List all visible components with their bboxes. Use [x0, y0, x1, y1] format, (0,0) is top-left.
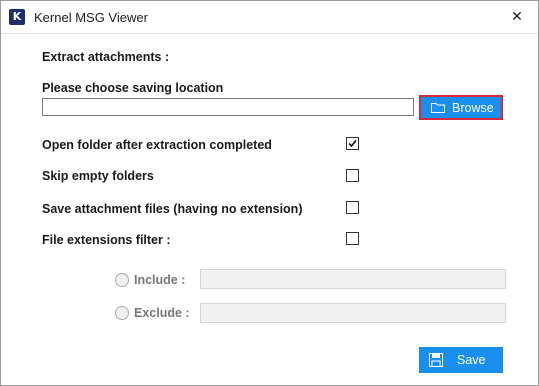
- extension-filter-checkbox[interactable]: [346, 232, 359, 245]
- browse-label: Browse: [452, 100, 494, 115]
- extract-attachments-heading: Extract attachments :: [42, 50, 170, 64]
- exclude-radio[interactable]: [115, 306, 129, 320]
- folder-icon: [431, 102, 445, 113]
- exclude-input[interactable]: [200, 303, 506, 323]
- app-logo-letter: K: [12, 10, 22, 23]
- save-button[interactable]: Save: [419, 347, 503, 373]
- option-label-save-no-extension: Save attachment files (having no extensi…: [42, 202, 303, 216]
- saving-location-input[interactable]: [42, 98, 414, 116]
- option-label-extension-filter: File extensions filter :: [42, 233, 171, 247]
- floppy-disk-icon: [429, 353, 443, 367]
- open-folder-checkbox[interactable]: [346, 137, 359, 150]
- dialog-window: K Kernel MSG Viewer ✕ Extract attachment…: [0, 0, 539, 386]
- app-logo-icon: K: [9, 9, 25, 25]
- include-label: Include :: [134, 273, 186, 287]
- option-label-open-folder: Open folder after extraction completed: [42, 138, 272, 152]
- option-label-skip-empty: Skip empty folders: [42, 169, 154, 183]
- checkmark-icon: [348, 139, 357, 148]
- save-no-extension-checkbox[interactable]: [346, 201, 359, 214]
- skip-empty-folders-checkbox[interactable]: [346, 169, 359, 182]
- include-input[interactable]: [200, 269, 506, 289]
- exclude-label: Exclude :: [134, 306, 190, 320]
- close-icon[interactable]: ✕: [507, 7, 527, 27]
- save-label: Save: [457, 353, 486, 367]
- browse-button[interactable]: Browse: [419, 95, 503, 120]
- saving-location-label: Please choose saving location: [42, 81, 224, 95]
- title-bar: K Kernel MSG Viewer ✕: [1, 1, 538, 34]
- include-radio[interactable]: [115, 273, 129, 287]
- window-title: Kernel MSG Viewer: [34, 10, 148, 25]
